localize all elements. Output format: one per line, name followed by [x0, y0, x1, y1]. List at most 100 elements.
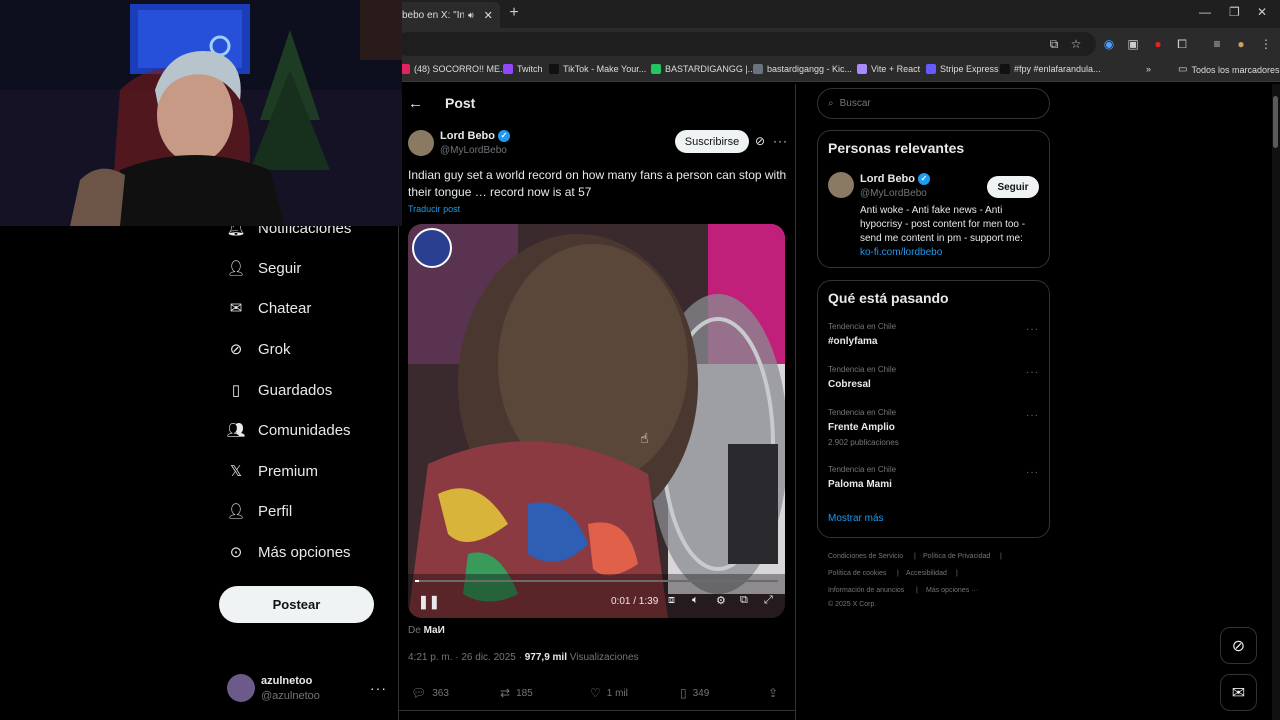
person-add-icon: 👤︎: [226, 260, 246, 277]
messages-fab[interactable]: ✉: [1220, 674, 1257, 711]
like-action[interactable]: ♡ 1 mil: [590, 686, 628, 700]
search-icon: ⌕: [828, 98, 834, 109]
volume-icon[interactable]: 🔈︎: [692, 594, 699, 607]
show-more-link[interactable]: Mostrar más: [828, 513, 884, 524]
install-icon[interactable]: ⧉: [1046, 36, 1062, 52]
pip-icon[interactable]: ⧉: [740, 594, 748, 607]
relevant-name-row[interactable]: Lord Bebo ✓: [860, 173, 930, 186]
nav-item-perfil[interactable]: 👤︎ Perfil: [226, 501, 292, 521]
relevant-people-title: Personas relevantes: [828, 140, 965, 156]
search-input[interactable]: ⌕ Buscar: [817, 88, 1050, 119]
video-player[interactable]: ❚❚ 0:01 / 1:39 ⧈ 🔈︎ ⚙ ⧉ ⤢: [408, 224, 785, 618]
grok-icon: ⊘: [229, 341, 243, 358]
footer-privacy[interactable]: Política de Privacidad: [923, 553, 990, 560]
settings-gear-icon[interactable]: ⚙: [716, 594, 726, 607]
account-handle: @azulnetoo: [261, 690, 320, 702]
relevant-link[interactable]: ko-fi.com/lordbebo: [860, 247, 942, 258]
trend-more-icon[interactable]: ···: [1026, 324, 1039, 335]
bookmark-item[interactable]: (48) SOCORRO!! ME...: [400, 64, 508, 74]
trend-item[interactable]: Paloma Mami: [828, 479, 892, 490]
fullscreen-icon[interactable]: ⤢: [764, 594, 773, 607]
views-count: 977,9 mil: [524, 652, 567, 663]
footer-more[interactable]: Más opciones ···: [926, 587, 978, 594]
grok-post-icon[interactable]: ⊘: [755, 134, 765, 148]
mail-fab-icon: ✉: [1231, 684, 1246, 702]
account-more-icon[interactable]: ···: [370, 680, 387, 696]
post-more-icon[interactable]: ···: [773, 134, 788, 148]
nav-item-chatear[interactable]: ✉ Chatear: [226, 298, 312, 318]
post-button[interactable]: Postear: [219, 586, 374, 623]
back-arrow-icon[interactable]: ←: [408, 95, 423, 112]
grok-fab[interactable]: ⊘: [1220, 627, 1257, 664]
follow-button[interactable]: Seguir: [987, 176, 1039, 198]
author-avatar[interactable]: [408, 130, 434, 156]
video-progress-track[interactable]: [415, 580, 778, 582]
relevant-bio: Anti woke - Anti fake news - Anti hypocr…: [860, 205, 1026, 244]
relevant-avatar[interactable]: [828, 172, 854, 198]
bookmark-item[interactable]: bastardigangg - Kic...: [753, 64, 852, 74]
bookmark-item[interactable]: #fpy #enlafarandula...: [1000, 64, 1101, 74]
profile-avatar-icon[interactable]: ●: [1233, 36, 1249, 52]
trend-more-icon[interactable]: ···: [1026, 367, 1039, 378]
media-control-icon[interactable]: ≡: [1209, 36, 1225, 52]
trend-item[interactable]: Cobresal: [828, 379, 871, 390]
nav-item-premium[interactable]: 𝕏 Premium: [226, 461, 318, 481]
repost-action[interactable]: ⇄ 185: [500, 686, 533, 700]
speaker-icon[interactable]: 🔊︎: [468, 10, 474, 21]
bookmark-item[interactable]: BASTARDIGANGG |...: [651, 64, 755, 74]
nav-item-guardados[interactable]: ▯ Guardados: [226, 380, 332, 400]
all-bookmarks[interactable]: ▭ Todos los marcadores: [1178, 64, 1280, 75]
bookmark-item[interactable]: TikTok - Make Your...: [549, 64, 646, 74]
browser-menu-icon[interactable]: ⋮: [1258, 36, 1274, 52]
share-action[interactable]: ⇪: [768, 686, 778, 700]
trend-more-icon[interactable]: ···: [1026, 410, 1039, 421]
footer-copyright: © 2025 X Corp.: [828, 601, 877, 608]
star-icon[interactable]: ☆: [1068, 36, 1084, 52]
subscribe-button[interactable]: Suscribirse: [675, 130, 749, 153]
nav-item-comunidades[interactable]: 👥︎ Comunidades: [226, 420, 350, 440]
trend-more-icon[interactable]: ···: [1026, 467, 1039, 478]
maximize-icon[interactable]: ❐: [1229, 5, 1240, 19]
bookmark-item[interactable]: Vite + React: [857, 64, 920, 74]
reply-count: 363: [432, 687, 449, 699]
account-avatar[interactable]: [227, 674, 255, 702]
footer-accessibility[interactable]: Accesibilidad: [906, 570, 947, 577]
bookmark-item[interactable]: Twitch: [503, 64, 543, 74]
pause-icon[interactable]: ❚❚: [418, 594, 440, 610]
trend-item[interactable]: #onlyfama: [828, 336, 877, 347]
footer-cookies[interactable]: Política de cookies: [828, 570, 886, 577]
captions-icon[interactable]: ⧈: [668, 594, 675, 607]
video-source: De МаИ: [408, 625, 445, 636]
address-bar[interactable]: [396, 32, 1096, 56]
reply-action[interactable]: 💬︎ 363: [411, 686, 449, 700]
minimize-icon[interactable]: —: [1199, 5, 1211, 19]
nav-item-seguir[interactable]: 👤︎ Seguir: [226, 258, 301, 278]
extension-square-icon[interactable]: ▣: [1125, 36, 1141, 52]
extensions-puzzle-icon[interactable]: ⧠: [1174, 36, 1190, 52]
author-handle[interactable]: @MyLordBebo: [440, 145, 507, 156]
grok-fab-icon: ⊘: [1231, 637, 1246, 655]
close-window-icon[interactable]: ✕: [1257, 5, 1267, 19]
page-scrollbar[interactable]: [1272, 84, 1280, 720]
new-tab-button[interactable]: +: [505, 4, 523, 22]
like-count: 1 mil: [606, 687, 628, 699]
author-name-row[interactable]: Lord Bebo ✓: [440, 130, 510, 143]
nav-item-grok[interactable]: ⊘ Grok: [226, 339, 291, 359]
nav-item-más-opciones[interactable]: ⊙ Más opciones: [226, 542, 351, 562]
close-tab-icon[interactable]: ✕: [484, 9, 493, 22]
translate-link[interactable]: Traducir post: [408, 204, 460, 214]
bookmark-action[interactable]: ▯ 349: [680, 686, 709, 700]
extension-audio-icon[interactable]: ◉: [1101, 36, 1117, 52]
views-label: Visualizaciones: [569, 652, 639, 663]
page-scrollbar-thumb[interactable]: [1273, 96, 1278, 148]
post-time[interactable]: 4:21 p. m. · 26 dic. 2025 ·: [408, 652, 522, 663]
extension-s-icon[interactable]: ●: [1150, 36, 1166, 52]
footer-terms[interactable]: Condiciones de Servicio: [828, 553, 903, 560]
footer-ads[interactable]: Información de anuncios: [828, 587, 904, 594]
video-source-name[interactable]: МаИ: [424, 625, 445, 636]
bookmark-item[interactable]: Stripe Express: [926, 64, 999, 74]
trend-item[interactable]: Frente Amplio: [828, 422, 895, 433]
bookmark-label: (48) SOCORRO!! ME...: [414, 64, 508, 74]
bookmarks-overflow-icon[interactable]: »: [1146, 64, 1151, 74]
browser-tab[interactable]: bebo en X: "Indian 🔊︎ ✕: [396, 2, 500, 28]
